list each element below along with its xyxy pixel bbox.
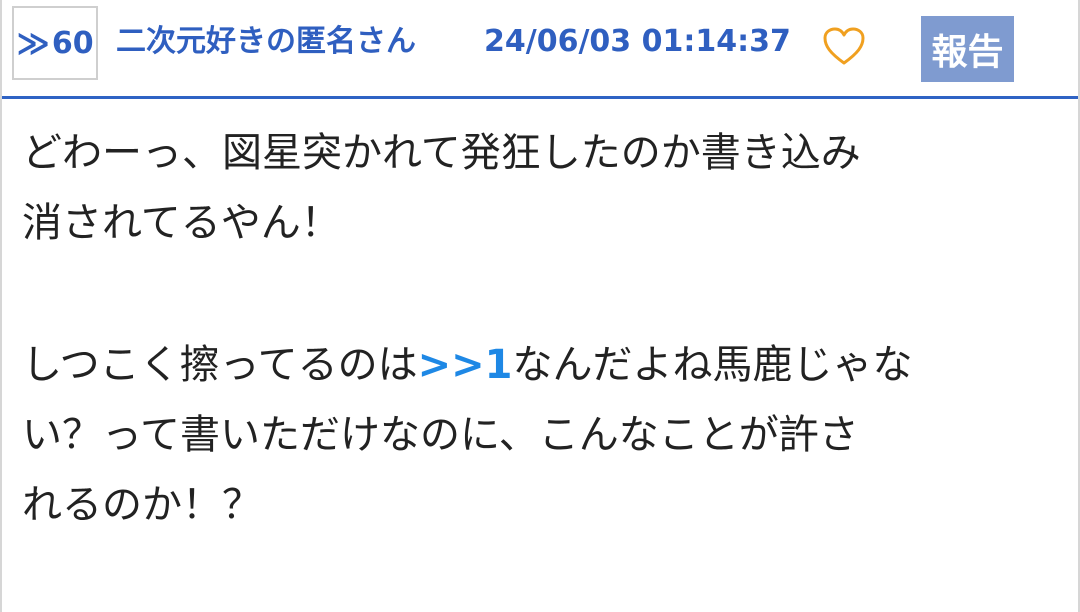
- report-button[interactable]: 報告: [921, 16, 1014, 82]
- body-line: れるのか！？: [22, 482, 262, 528]
- body-line: しつこく擦ってるのは>>1なんだよね馬鹿じゃな: [22, 330, 1066, 400]
- res-number-button[interactable]: ≫ 60: [12, 6, 98, 80]
- double-arrow-icon: ≫: [16, 24, 50, 62]
- post-datetime: 24/06/03 01:14:37: [484, 24, 791, 59]
- body-text: なんだよね馬鹿じゃな: [512, 342, 913, 388]
- post-body: どわーっ、図星突かれて発狂したのか書き込み 消されてるやん！ しつこく擦ってるの…: [22, 118, 1066, 540]
- heart-outline-icon: [823, 27, 865, 65]
- body-line: い？って書いただけなのに、こんなことが許さ: [22, 412, 859, 458]
- like-button[interactable]: [820, 24, 868, 68]
- post-header: ≫ 60 二次元好きの匿名さん 24/06/03 01:14:37 報告: [2, 0, 1078, 99]
- body-line: どわーっ、図星突かれて発狂したのか書き込み: [22, 130, 861, 176]
- body-text: しつこく擦ってるのは: [22, 342, 418, 388]
- poster-name: 二次元好きの匿名さん: [116, 24, 416, 59]
- body-line: 消されてるやん！: [22, 200, 341, 246]
- reply-anchor-link[interactable]: >>1: [418, 342, 513, 388]
- post-card: ≫ 60 二次元好きの匿名さん 24/06/03 01:14:37 報告 どわー…: [0, 0, 1080, 612]
- res-number-label: 60: [51, 25, 94, 61]
